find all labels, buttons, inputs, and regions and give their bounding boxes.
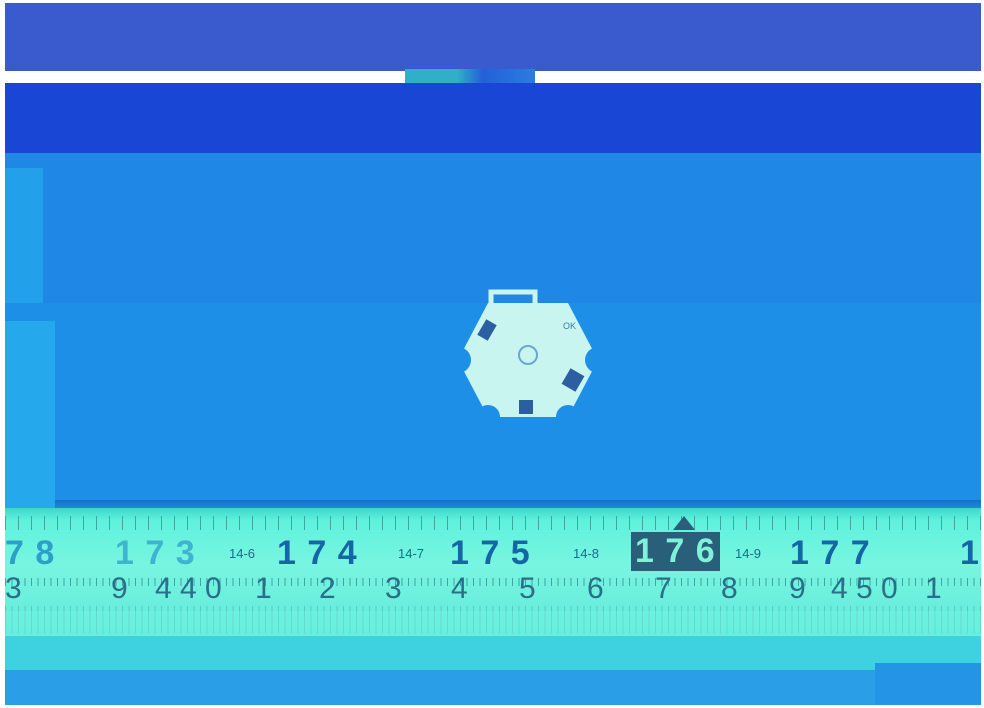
- mm-label-1: 9: [111, 572, 128, 605]
- ruler-label-173: 1 7 3: [115, 534, 196, 572]
- ruler-label-176: 1 7 6: [631, 532, 720, 571]
- ruler-sub-14-9: 14-9: [735, 546, 762, 561]
- bottom-band-dark: [5, 670, 981, 705]
- ruler-sub-14-6: 14-6: [229, 546, 256, 561]
- mid-background: [5, 153, 981, 303]
- ruler-sub-14-8: 14-8: [573, 546, 600, 561]
- led-board-graphic: OK: [445, 289, 611, 429]
- ruler-label-right: 1: [960, 534, 980, 572]
- mm-label-3: 1: [255, 572, 272, 605]
- mm-label-5: 3: [385, 572, 402, 605]
- top-ticks: [5, 516, 981, 530]
- left-edge-light: [5, 168, 43, 318]
- photo-scene: OK 7 8 1 7 3 14-6 1 7 4 14-7 1 7 5 14-8 …: [5, 3, 981, 705]
- mm-label-6: 4: [451, 572, 468, 605]
- bottom-band-right: [875, 663, 981, 705]
- mm-label-11: 9: [789, 572, 806, 605]
- ruler-label-left: 7 8: [5, 534, 56, 572]
- mm-label-2: 4 4 0: [155, 572, 222, 605]
- ruler-label-177: 1 7 7: [790, 534, 871, 572]
- mm-label-10: 8: [721, 572, 738, 605]
- led-star-board: OK: [445, 285, 611, 435]
- ruler-sub-14-7: 14-7: [398, 546, 425, 561]
- left-edge-cyan: [5, 321, 55, 511]
- mm-label-7: 5: [519, 572, 536, 605]
- tape-light-strip: [5, 611, 981, 636]
- mm-label-4: 2: [319, 572, 336, 605]
- mm-label-9: 7: [655, 572, 672, 605]
- svg-text:OK: OK: [563, 321, 576, 331]
- glitch-strip: [405, 69, 535, 83]
- ruler-label-174: 1 7 4: [277, 534, 358, 572]
- center-marker: [673, 516, 695, 530]
- mm-label-12: 4 5 0: [831, 572, 898, 605]
- measuring-tape: 7 8 1 7 3 14-6 1 7 4 14-7 1 7 5 14-8 1 7…: [5, 508, 981, 636]
- top-band: [5, 3, 981, 71]
- mm-label-13: 1: [925, 572, 942, 605]
- mm-label-0: 3: [5, 572, 22, 605]
- mm-label-8: 6: [587, 572, 604, 605]
- ruler-label-175: 1 7 5: [450, 534, 531, 572]
- dark-blue-band: [5, 83, 981, 153]
